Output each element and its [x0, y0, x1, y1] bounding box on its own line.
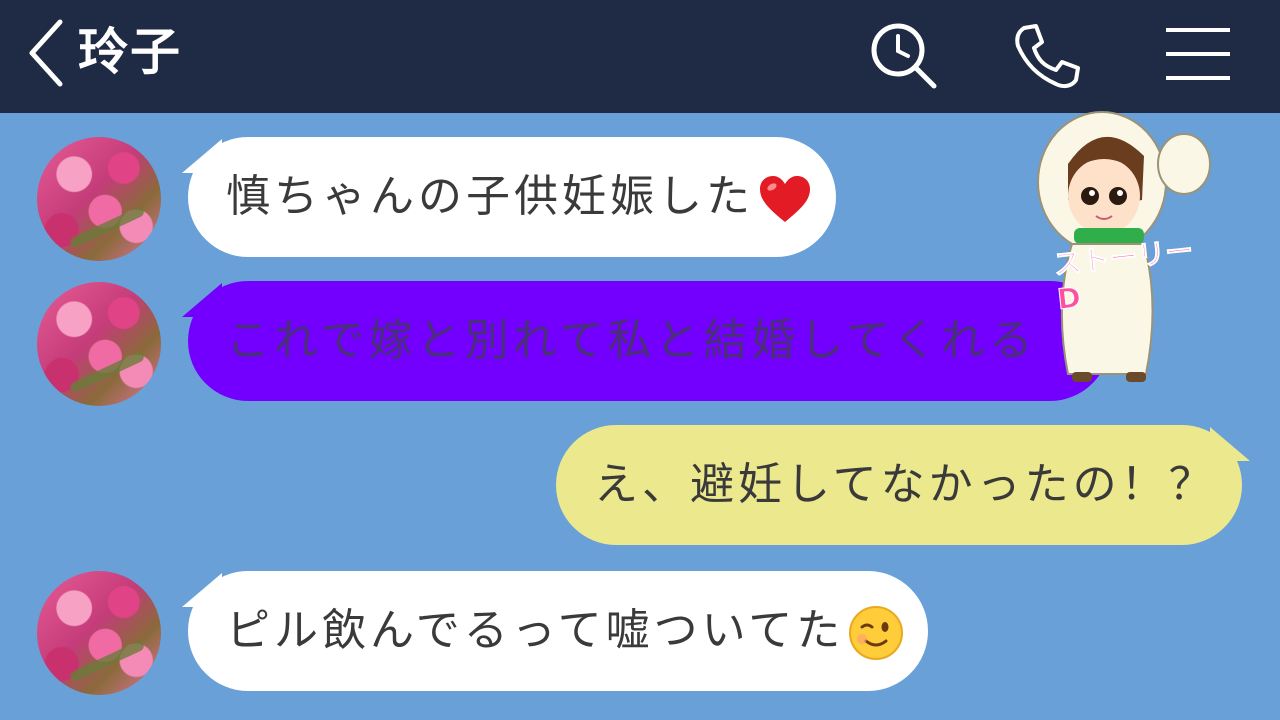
message-text: これで嫁と別れて私と結婚してくれる — [226, 315, 1037, 366]
menu-icon[interactable] — [1162, 20, 1234, 92]
message-bubble[interactable]: 慎ちゃんの子供妊娠した — [182, 137, 836, 257]
message-text: え、避妊してなかったの！？ — [594, 459, 1217, 510]
avatar[interactable] — [37, 571, 161, 695]
phone-icon[interactable] — [1010, 20, 1082, 92]
mascot-label: ストーリーD — [1052, 233, 1196, 317]
chat-header: 玲子 — [0, 0, 1280, 113]
winking-face-icon — [849, 606, 904, 660]
search-icon[interactable] — [866, 20, 938, 92]
heart-icon — [760, 176, 810, 222]
avatar[interactable] — [37, 137, 161, 261]
message-text: ピル飲んでるって嘘ついてた — [226, 605, 845, 656]
chat-title: 玲子 — [78, 23, 182, 81]
avatar[interactable] — [37, 282, 161, 406]
back-icon[interactable] — [22, 16, 72, 90]
message-bubble[interactable]: ピル飲んでるって嘘ついてた — [182, 571, 928, 691]
message-text: 慎ちゃんの子供妊娠した — [226, 171, 754, 222]
message-bubble[interactable]: これで嫁と別れて私と結婚してくれる — [182, 281, 1110, 401]
message-bubble[interactable]: え、避妊してなかったの！？ — [556, 425, 1250, 545]
